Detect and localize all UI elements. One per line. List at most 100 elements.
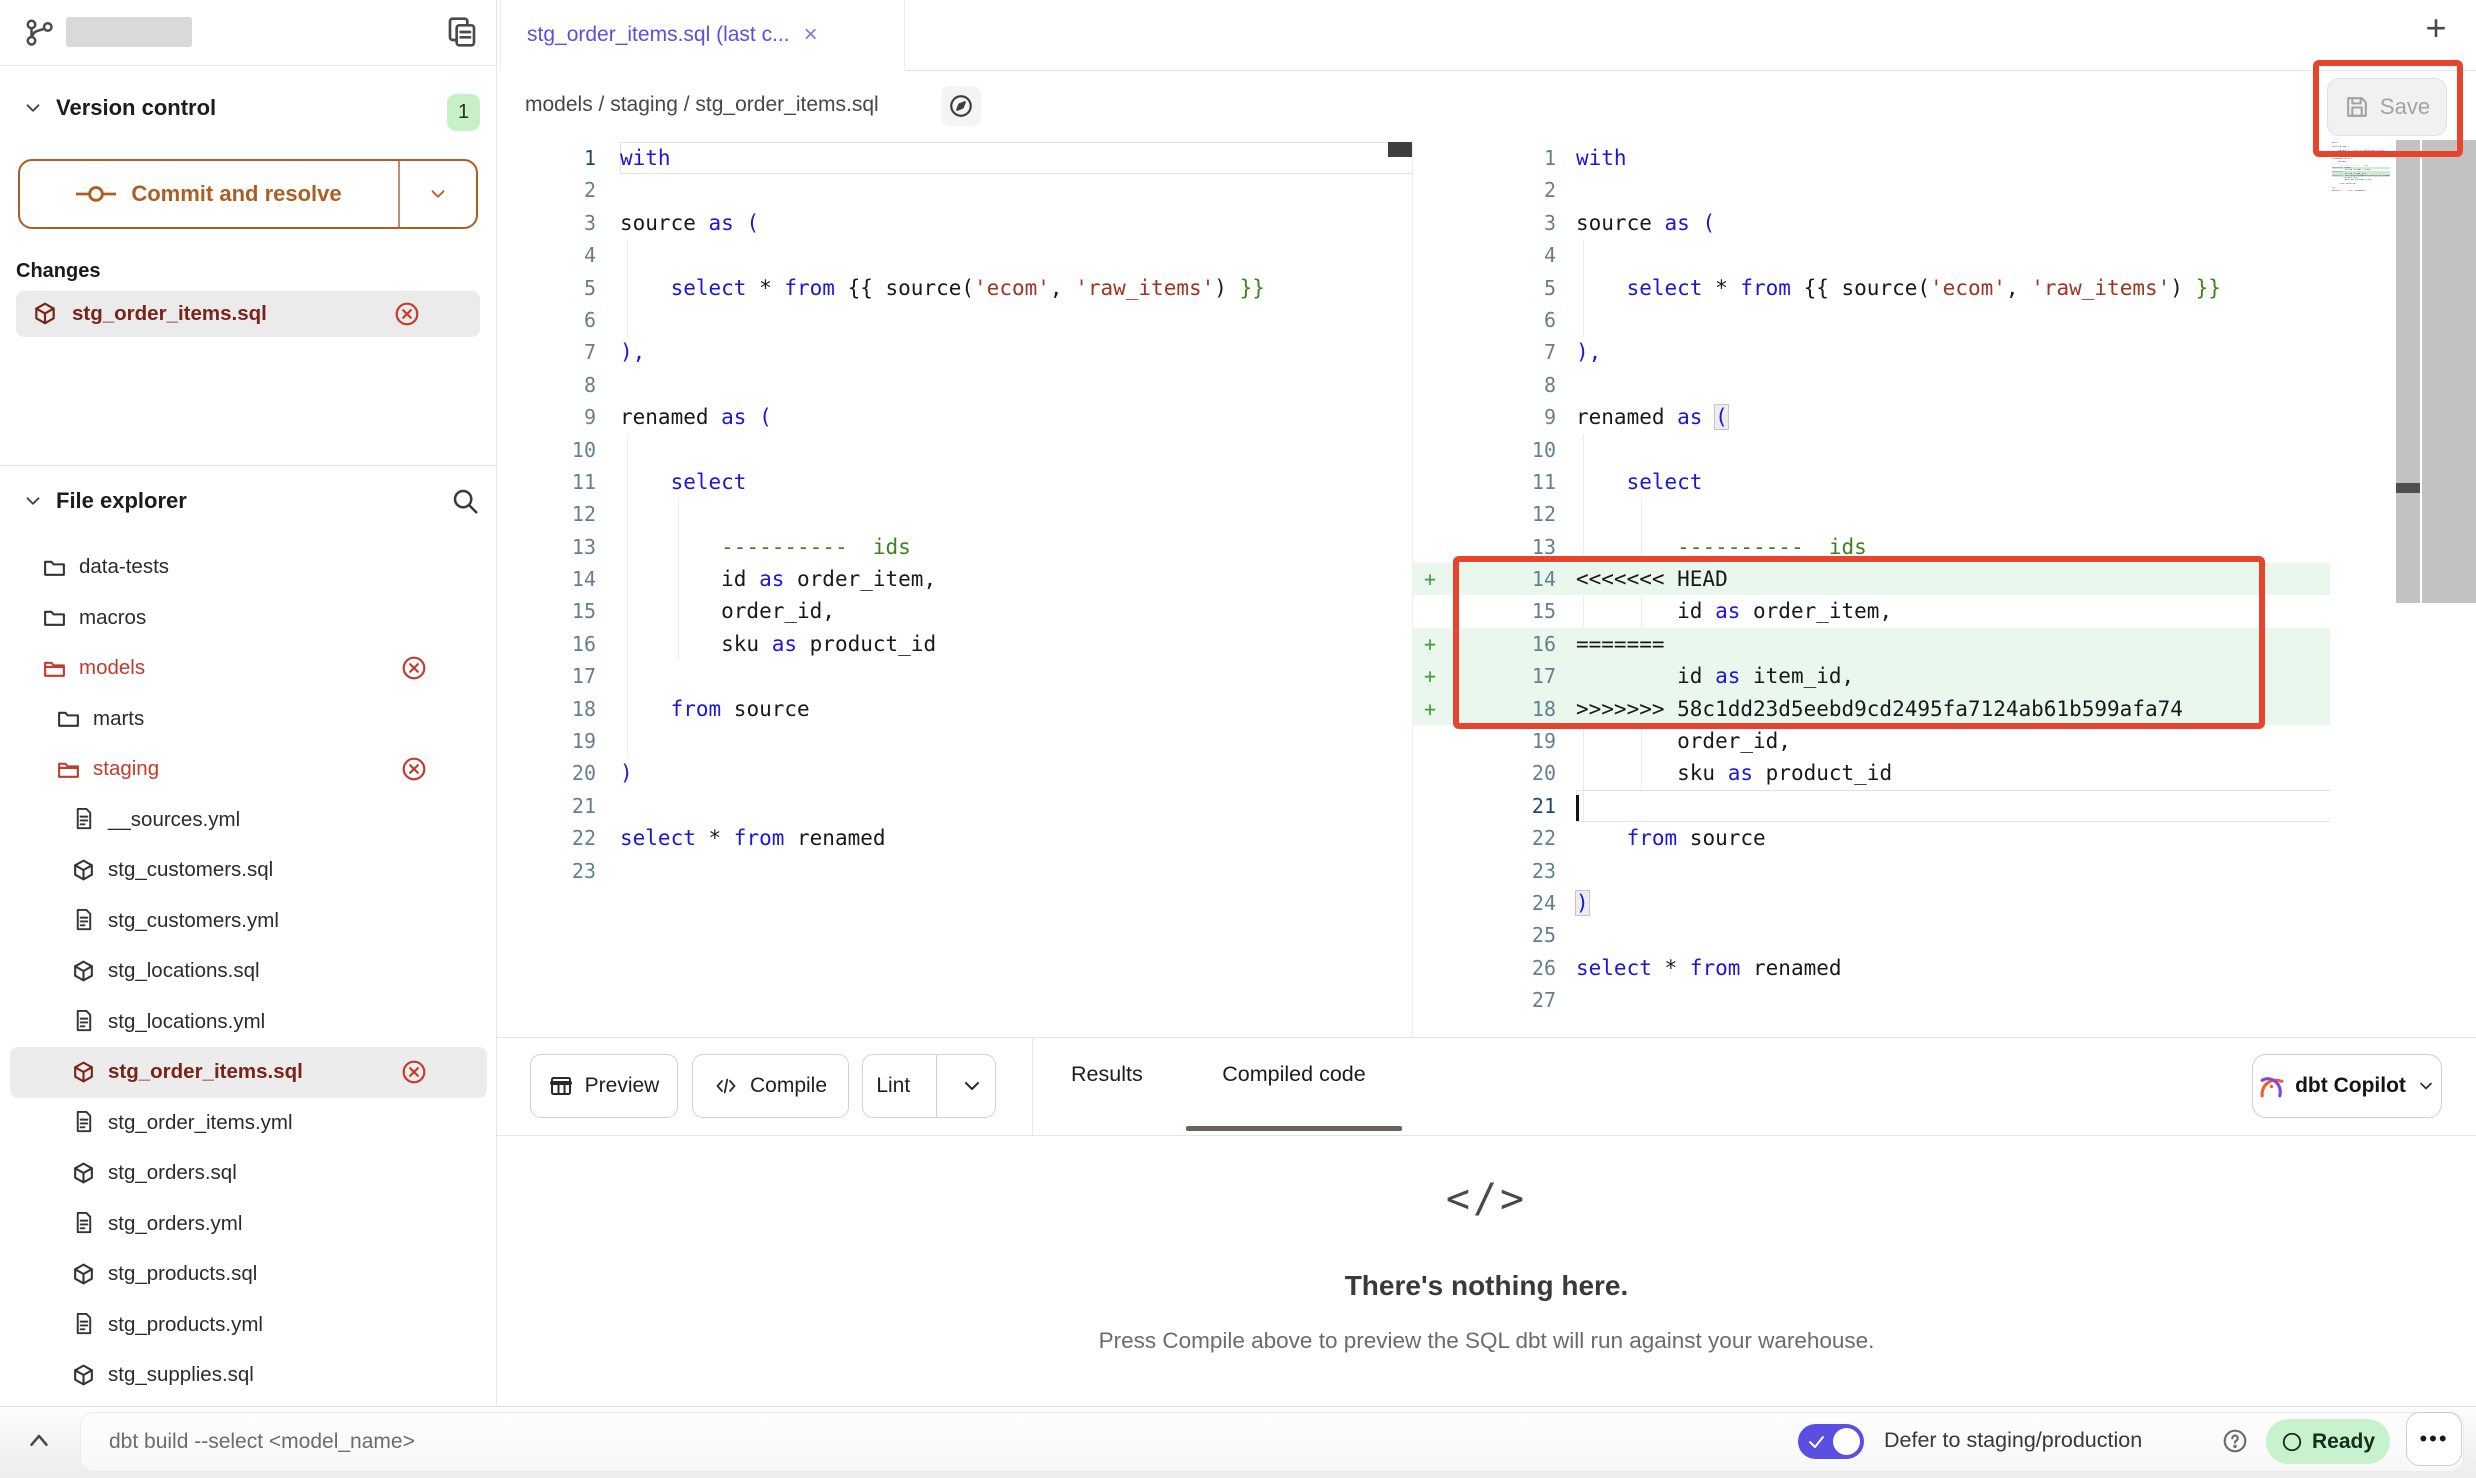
lint-options-dropdown[interactable]	[949, 1074, 995, 1098]
code-line-18: 18 from source	[500, 693, 1412, 725]
lint-button[interactable]: Lint	[862, 1054, 996, 1118]
code-line-6: 6	[1412, 304, 2330, 336]
file-row-stg_orders.yml[interactable]: stg_orders.yml	[10, 1199, 487, 1250]
commit-options-dropdown[interactable]	[400, 161, 476, 227]
folder-icon	[42, 605, 67, 630]
new-tab-button[interactable]: +	[2414, 6, 2458, 50]
file-row-stg_supplies.sql[interactable]: stg_supplies.sql	[10, 1350, 487, 1401]
code-line-26: 26select * from renamed	[1412, 952, 2330, 984]
divider	[398, 161, 400, 227]
branch-name-placeholder	[66, 17, 192, 47]
code-line-13: 13 ---------- ids	[500, 531, 1412, 563]
code-line-12: 12	[1412, 498, 2330, 530]
defer-label: Defer to staging/production	[1884, 1428, 2142, 1453]
compile-button[interactable]: Compile	[692, 1054, 849, 1118]
code-line-20: 20)	[500, 757, 1412, 789]
code-line-24: 24)	[1412, 887, 2330, 919]
code-line-1: 1with	[500, 142, 1412, 174]
tab-compiled-code[interactable]: Compiled code	[1186, 1062, 1402, 1087]
changes-heading: Changes	[16, 260, 100, 283]
code-line-12: 12	[500, 498, 1412, 530]
editor-pane-right[interactable]: 1with23source as (45 select * from {{ so…	[1412, 142, 2330, 1017]
breadcrumb: models / staging / stg_order_items.sql	[525, 93, 879, 117]
window-scrollbar-track[interactable]	[2422, 140, 2476, 603]
branch-selector[interactable]	[24, 17, 192, 47]
changed-file-row[interactable]: stg_order_items.sql	[16, 291, 480, 337]
code-line-5: 5 select * from {{ source('ecom', 'raw_i…	[500, 272, 1412, 304]
code-line-15: 15 id as order_item,	[1412, 595, 2330, 627]
code-line-8: 8	[500, 369, 1412, 401]
defer-toggle[interactable]	[1798, 1424, 1864, 1459]
file-row-__sources.yml[interactable]: __sources.yml	[10, 795, 487, 846]
preview-button[interactable]: Preview	[530, 1054, 678, 1118]
file-row-macros[interactable]: macros	[10, 593, 487, 644]
ide-status-badge[interactable]: Ready	[2266, 1419, 2390, 1464]
code-line-9: 9renamed as (	[500, 401, 1412, 433]
save-floppy-icon	[2344, 94, 2370, 120]
commit-icon	[76, 184, 116, 204]
editor-pane-left[interactable]: 1with23source as (45 select * from {{ so…	[500, 142, 1412, 887]
code-line-7: 7),	[500, 336, 1412, 368]
lineage-button[interactable]	[941, 86, 981, 126]
file-row-stg_customers.sql[interactable]: stg_customers.sql	[10, 845, 487, 896]
editor-scrollbar-thumb[interactable]	[2396, 483, 2420, 493]
file-row-models[interactable]: models	[10, 643, 487, 694]
tab-results[interactable]: Results	[1071, 1062, 1143, 1087]
search-icon[interactable]	[450, 486, 480, 516]
chevron-down-icon[interactable]	[22, 97, 44, 119]
file-row-stg_order_items.sql[interactable]: stg_order_items.sql	[10, 1047, 487, 1098]
model-cube-icon	[71, 959, 96, 984]
yml-doc-icon	[71, 1009, 96, 1034]
code-line-9: 9renamed as (	[1412, 401, 2330, 433]
file-row-stg_products.yml[interactable]: stg_products.yml	[10, 1300, 487, 1351]
file-row-marts[interactable]: marts	[10, 694, 487, 745]
code-line-10: 10	[500, 434, 1412, 466]
code-line-21: 21	[1412, 790, 2330, 822]
left-editor-scrollbar-thumb[interactable]	[1388, 142, 1412, 157]
active-tab-underline	[1186, 1126, 1402, 1131]
close-icon[interactable]: ×	[804, 23, 818, 47]
discard-change-icon[interactable]	[401, 655, 427, 681]
code-line-22: 22select * from renamed	[500, 822, 1412, 854]
code-line-23: 23	[1412, 855, 2330, 887]
code-line-4: 4	[500, 239, 1412, 271]
code-line-16: 16 sku as product_id	[500, 628, 1412, 660]
file-explorer-title: File explorer	[56, 488, 187, 514]
file-row-data-tests[interactable]: data-tests	[10, 542, 487, 593]
tab-stg-order-items[interactable]: stg_order_items.sql (last c... ×	[500, 0, 905, 70]
help-icon[interactable]	[2222, 1428, 2248, 1454]
code-line-17: 17	[500, 660, 1412, 692]
git-branch-icon	[24, 17, 54, 47]
code-glyph-icon: </>	[497, 1176, 2476, 1222]
code-line-17: +17 id as item_id,	[1412, 660, 2330, 692]
code-line-11: 11 select	[500, 466, 1412, 498]
empty-state-subtitle: Press Compile above to preview the SQL d…	[497, 1328, 2476, 1354]
file-row-stg_locations.yml[interactable]: stg_locations.yml	[10, 997, 487, 1048]
editor-scrollbar-track[interactable]	[2396, 140, 2420, 603]
file-tree: data-testsmacrosmodelsmartsstaging__sour…	[0, 542, 497, 1401]
discard-change-icon[interactable]	[394, 301, 420, 327]
code-line-8: 8	[1412, 369, 2330, 401]
file-row-stg_orders.sql[interactable]: stg_orders.sql	[10, 1148, 487, 1199]
code-line-23: 23	[500, 855, 1412, 887]
file-row-stg_products.sql[interactable]: stg_products.sql	[10, 1249, 487, 1300]
minimap[interactable]: withsource as ( select * from {{ source(…	[2332, 142, 2390, 194]
commit-and-resolve-button[interactable]: Commit and resolve	[18, 159, 478, 229]
dbt-copilot-button[interactable]: dbt Copilot	[2252, 1054, 2442, 1118]
save-button[interactable]: Save	[2327, 78, 2447, 136]
code-line-1: 1with	[1412, 142, 2330, 174]
file-row-stg_customers.yml[interactable]: stg_customers.yml	[10, 896, 487, 947]
chevron-down-icon[interactable]	[22, 490, 44, 512]
code-line-18: +18>>>>>>> 58c1dd23d5eebd9cd2495fa7124ab…	[1412, 693, 2330, 725]
file-row-staging[interactable]: staging	[10, 744, 487, 795]
chevron-up-icon[interactable]	[24, 1426, 54, 1456]
discard-change-icon[interactable]	[401, 1059, 427, 1085]
code-line-15: 15 order_id,	[500, 595, 1412, 627]
discard-change-icon[interactable]	[401, 756, 427, 782]
file-row-stg_locations.sql[interactable]: stg_locations.sql	[10, 946, 487, 997]
file-row-stg_order_items.yml[interactable]: stg_order_items.yml	[10, 1098, 487, 1149]
dbt-ide-window: Version control 1 Commit and resolve Cha…	[0, 0, 2476, 1478]
duplicate-files-icon[interactable]	[446, 16, 478, 48]
code-line-5: 5 select * from {{ source('ecom', 'raw_i…	[1412, 272, 2330, 304]
more-options-button[interactable]: •••	[2406, 1412, 2462, 1466]
